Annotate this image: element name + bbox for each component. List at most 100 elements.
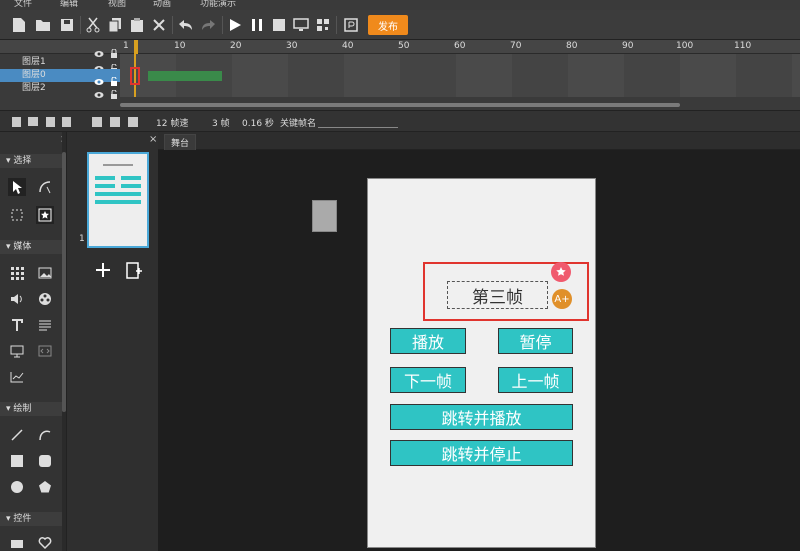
editor-app: 文件 编辑 视图 动画 功能演示 发布 1 10 20 30 40 50 60 …	[0, 0, 800, 551]
video-tool-icon[interactable]	[36, 290, 54, 308]
play-icon[interactable]	[226, 16, 244, 34]
delete-frame-icon[interactable]	[128, 117, 138, 127]
thumb-button	[95, 200, 141, 204]
menu-animation[interactable]: 动画	[153, 0, 171, 9]
stage-tab-bar: 舞台	[158, 132, 800, 150]
tools-panel: × ▾ 选择 ▾ 媒体 ▾ 绘制 ▾ 控件	[0, 132, 68, 551]
thumb-text	[103, 164, 133, 166]
delete-layer-icon[interactable]	[46, 117, 55, 127]
menu-edit[interactable]: 编辑	[60, 0, 78, 9]
import-page-icon[interactable]	[125, 262, 143, 280]
ruler-label: 10	[174, 41, 186, 51]
add-page-icon[interactable]	[95, 262, 111, 278]
export-icon[interactable]	[342, 16, 360, 34]
slideshow-tool-icon[interactable]	[8, 342, 26, 360]
rectangle-tool-icon[interactable]	[8, 452, 26, 470]
star-frame-tool-icon[interactable]	[36, 206, 54, 224]
toolbar-separator	[336, 16, 337, 34]
playhead[interactable]	[134, 40, 138, 54]
section-select[interactable]: ▾ 选择	[0, 154, 62, 168]
section-media[interactable]: ▾ 媒体	[0, 240, 62, 254]
chart-tool-icon[interactable]	[8, 368, 26, 386]
stage-gray-object[interactable]	[312, 200, 337, 232]
transform-tool-icon[interactable]	[8, 206, 26, 224]
ruler-label: 30	[286, 41, 298, 51]
layer-name: 图层2	[22, 83, 46, 93]
eye-icon[interactable]	[94, 84, 104, 98]
section-controls[interactable]: ▾ 控件	[0, 512, 62, 526]
add-effect-icon[interactable]	[551, 262, 571, 282]
section-draw[interactable]: ▾ 绘制	[0, 402, 62, 416]
ruler-label: 50	[398, 41, 410, 51]
add-folder-icon[interactable]	[28, 117, 38, 126]
frame-span[interactable]	[148, 71, 222, 81]
new-file-icon[interactable]	[10, 16, 28, 34]
publish-button[interactable]: 发布	[368, 15, 408, 35]
add-layer-icon[interactable]	[12, 117, 21, 127]
unlock-icon[interactable]	[110, 71, 118, 86]
image-tool-icon[interactable]	[36, 264, 54, 282]
tab-stage[interactable]: 舞台	[164, 134, 196, 150]
unlock-icon[interactable]	[110, 58, 118, 73]
pause-button[interactable]: 暂停	[498, 328, 573, 354]
paste-icon[interactable]	[128, 16, 146, 34]
delete-icon[interactable]	[150, 16, 168, 34]
text-tool-icon[interactable]	[8, 316, 26, 334]
menu-file[interactable]: 文件	[14, 0, 32, 9]
timeline-scrollbar[interactable]	[120, 103, 680, 107]
copy-icon[interactable]	[106, 16, 124, 34]
prev-frame-button[interactable]: 上一帧	[498, 367, 573, 393]
play-button[interactable]: 播放	[390, 328, 466, 354]
line-tool-icon[interactable]	[8, 426, 26, 444]
layer-row-2[interactable]: 图层2	[0, 82, 800, 99]
goto-play-button[interactable]: 跳转并播放	[390, 404, 573, 430]
layer-row-1[interactable]: 图层1	[0, 56, 800, 73]
insert-frame-icon[interactable]	[92, 117, 102, 127]
menu-view[interactable]: 视图	[108, 0, 126, 9]
widget-tool-icon[interactable]	[8, 534, 26, 551]
stop-icon[interactable]	[270, 16, 288, 34]
pause-icon[interactable]	[248, 16, 266, 34]
ruler-label: 70	[510, 41, 522, 51]
code-tool-icon[interactable]	[36, 342, 54, 360]
goto-stop-button[interactable]: 跳转并停止	[390, 440, 573, 466]
curve-tool-icon[interactable]	[36, 426, 54, 444]
page-number: 1	[79, 234, 85, 244]
stage-canvas[interactable]: 第三帧 播放 暂停 下一帧 上一帧 跳转并播放 跳转并停止	[367, 178, 596, 548]
cut-icon[interactable]	[84, 16, 102, 34]
page-thumbnail[interactable]	[87, 152, 149, 248]
audio-tool-icon[interactable]	[8, 290, 26, 308]
eye-icon[interactable]	[94, 71, 104, 85]
grid-tool-icon[interactable]	[8, 264, 26, 282]
next-frame-button[interactable]: 下一帧	[390, 367, 466, 393]
unlock-icon[interactable]	[110, 84, 118, 99]
ellipse-tool-icon[interactable]	[8, 478, 26, 496]
timeline-info-bar: 12 帧速 3 帧 0.16 秒 关键帧名	[0, 110, 800, 132]
save-icon[interactable]	[58, 16, 76, 34]
layer-settings-icon[interactable]	[62, 117, 71, 127]
toolbar-separator	[222, 16, 223, 34]
menu-demo[interactable]: 功能演示	[200, 0, 236, 9]
preview-icon[interactable]	[292, 16, 310, 34]
close-icon[interactable]: ×	[149, 134, 157, 145]
time-label: 0.16 秒	[242, 119, 274, 129]
eye-icon	[94, 43, 104, 57]
polygon-tool-icon[interactable]	[36, 478, 54, 496]
insert-keyframe-icon[interactable]	[110, 117, 120, 127]
eye-icon[interactable]	[94, 58, 104, 72]
heart-tool-icon[interactable]	[36, 534, 54, 551]
redo-icon[interactable]	[200, 16, 218, 34]
keyframe-name-input[interactable]	[318, 127, 398, 128]
open-folder-icon[interactable]	[34, 16, 52, 34]
rounded-rect-tool-icon[interactable]	[36, 452, 54, 470]
undo-icon[interactable]	[176, 16, 194, 34]
qrcode-icon[interactable]	[314, 16, 332, 34]
pointer-tool-icon[interactable]	[8, 178, 26, 196]
frame-count: 3 帧	[212, 119, 230, 129]
add-text-icon[interactable]: A+	[552, 289, 572, 309]
ruler-label: 110	[734, 41, 752, 51]
paragraph-tool-icon[interactable]	[36, 316, 54, 334]
subselect-tool-icon[interactable]	[36, 178, 54, 196]
lock-icon	[110, 43, 118, 58]
layer-row-0[interactable]: 图层0	[0, 69, 120, 86]
